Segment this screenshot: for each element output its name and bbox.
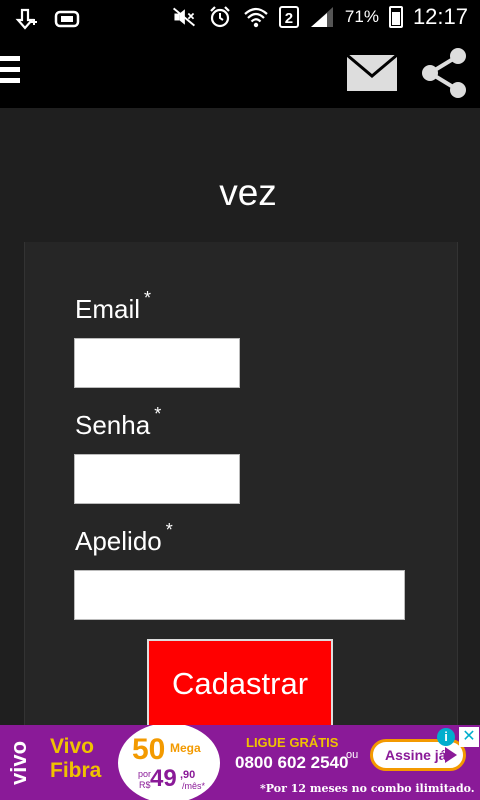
status-bar: 2 71% 12:17 bbox=[0, 0, 480, 36]
nickname-field[interactable] bbox=[74, 570, 405, 620]
password-label: Senha * bbox=[75, 404, 162, 440]
email-field[interactable] bbox=[74, 338, 240, 388]
sd-card-icon bbox=[54, 6, 80, 32]
required-mark: * bbox=[154, 404, 162, 424]
ad-footnote: *Por 12 meses no combo ilimitado. bbox=[260, 782, 475, 795]
ad-speed: 50 bbox=[132, 733, 166, 766]
share-icon[interactable] bbox=[418, 46, 472, 104]
ad-product-name: Vivo Fibra bbox=[50, 735, 102, 782]
ad-speed-unit: Mega bbox=[170, 741, 201, 755]
signal-icon bbox=[309, 4, 335, 30]
ad-price-period: /mês* bbox=[182, 781, 206, 791]
required-mark: * bbox=[165, 520, 173, 540]
app-toolbar bbox=[0, 36, 480, 108]
ad-info-icon[interactable]: i bbox=[437, 728, 455, 746]
required-mark: * bbox=[144, 288, 152, 308]
email-label: Email * bbox=[75, 288, 152, 324]
usb-debug-icon bbox=[14, 6, 40, 32]
mail-icon[interactable] bbox=[346, 53, 398, 96]
page-title: vez bbox=[219, 172, 277, 213]
ad-price: 49 bbox=[150, 765, 177, 792]
ad-or: ou bbox=[346, 749, 359, 761]
sim-2-icon: 2 bbox=[278, 6, 299, 28]
nickname-label: Apelido * bbox=[75, 520, 173, 556]
ad-close-icon[interactable]: ✕ bbox=[459, 727, 479, 747]
ad-price-prefix-2: R$ bbox=[139, 780, 151, 790]
menu-icon[interactable] bbox=[0, 56, 22, 86]
ad-banner[interactable]: vivo Vivo Fibra 50 Mega por R$ 49 ,90 /m… bbox=[0, 725, 480, 800]
password-field[interactable] bbox=[74, 454, 240, 504]
status-bar-right: 2 71% 12:17 bbox=[171, 4, 468, 30]
wifi-icon bbox=[243, 4, 269, 30]
clock: 12:17 bbox=[412, 4, 468, 29]
register-button[interactable]: Cadastrar bbox=[147, 639, 333, 731]
play-arrow-icon bbox=[445, 747, 457, 763]
status-bar-left bbox=[14, 6, 80, 32]
battery-icon bbox=[388, 6, 403, 28]
ad-phone[interactable]: 0800 602 2540 bbox=[235, 753, 348, 773]
alarm-icon bbox=[207, 4, 233, 30]
ad-call-title: LIGUE GRÁTIS bbox=[246, 735, 339, 750]
mute-icon bbox=[171, 4, 197, 30]
battery-percent: 71% bbox=[344, 7, 379, 26]
ad-brand-logo: vivo bbox=[6, 740, 31, 786]
ad-price-cents: ,90 bbox=[180, 769, 196, 781]
